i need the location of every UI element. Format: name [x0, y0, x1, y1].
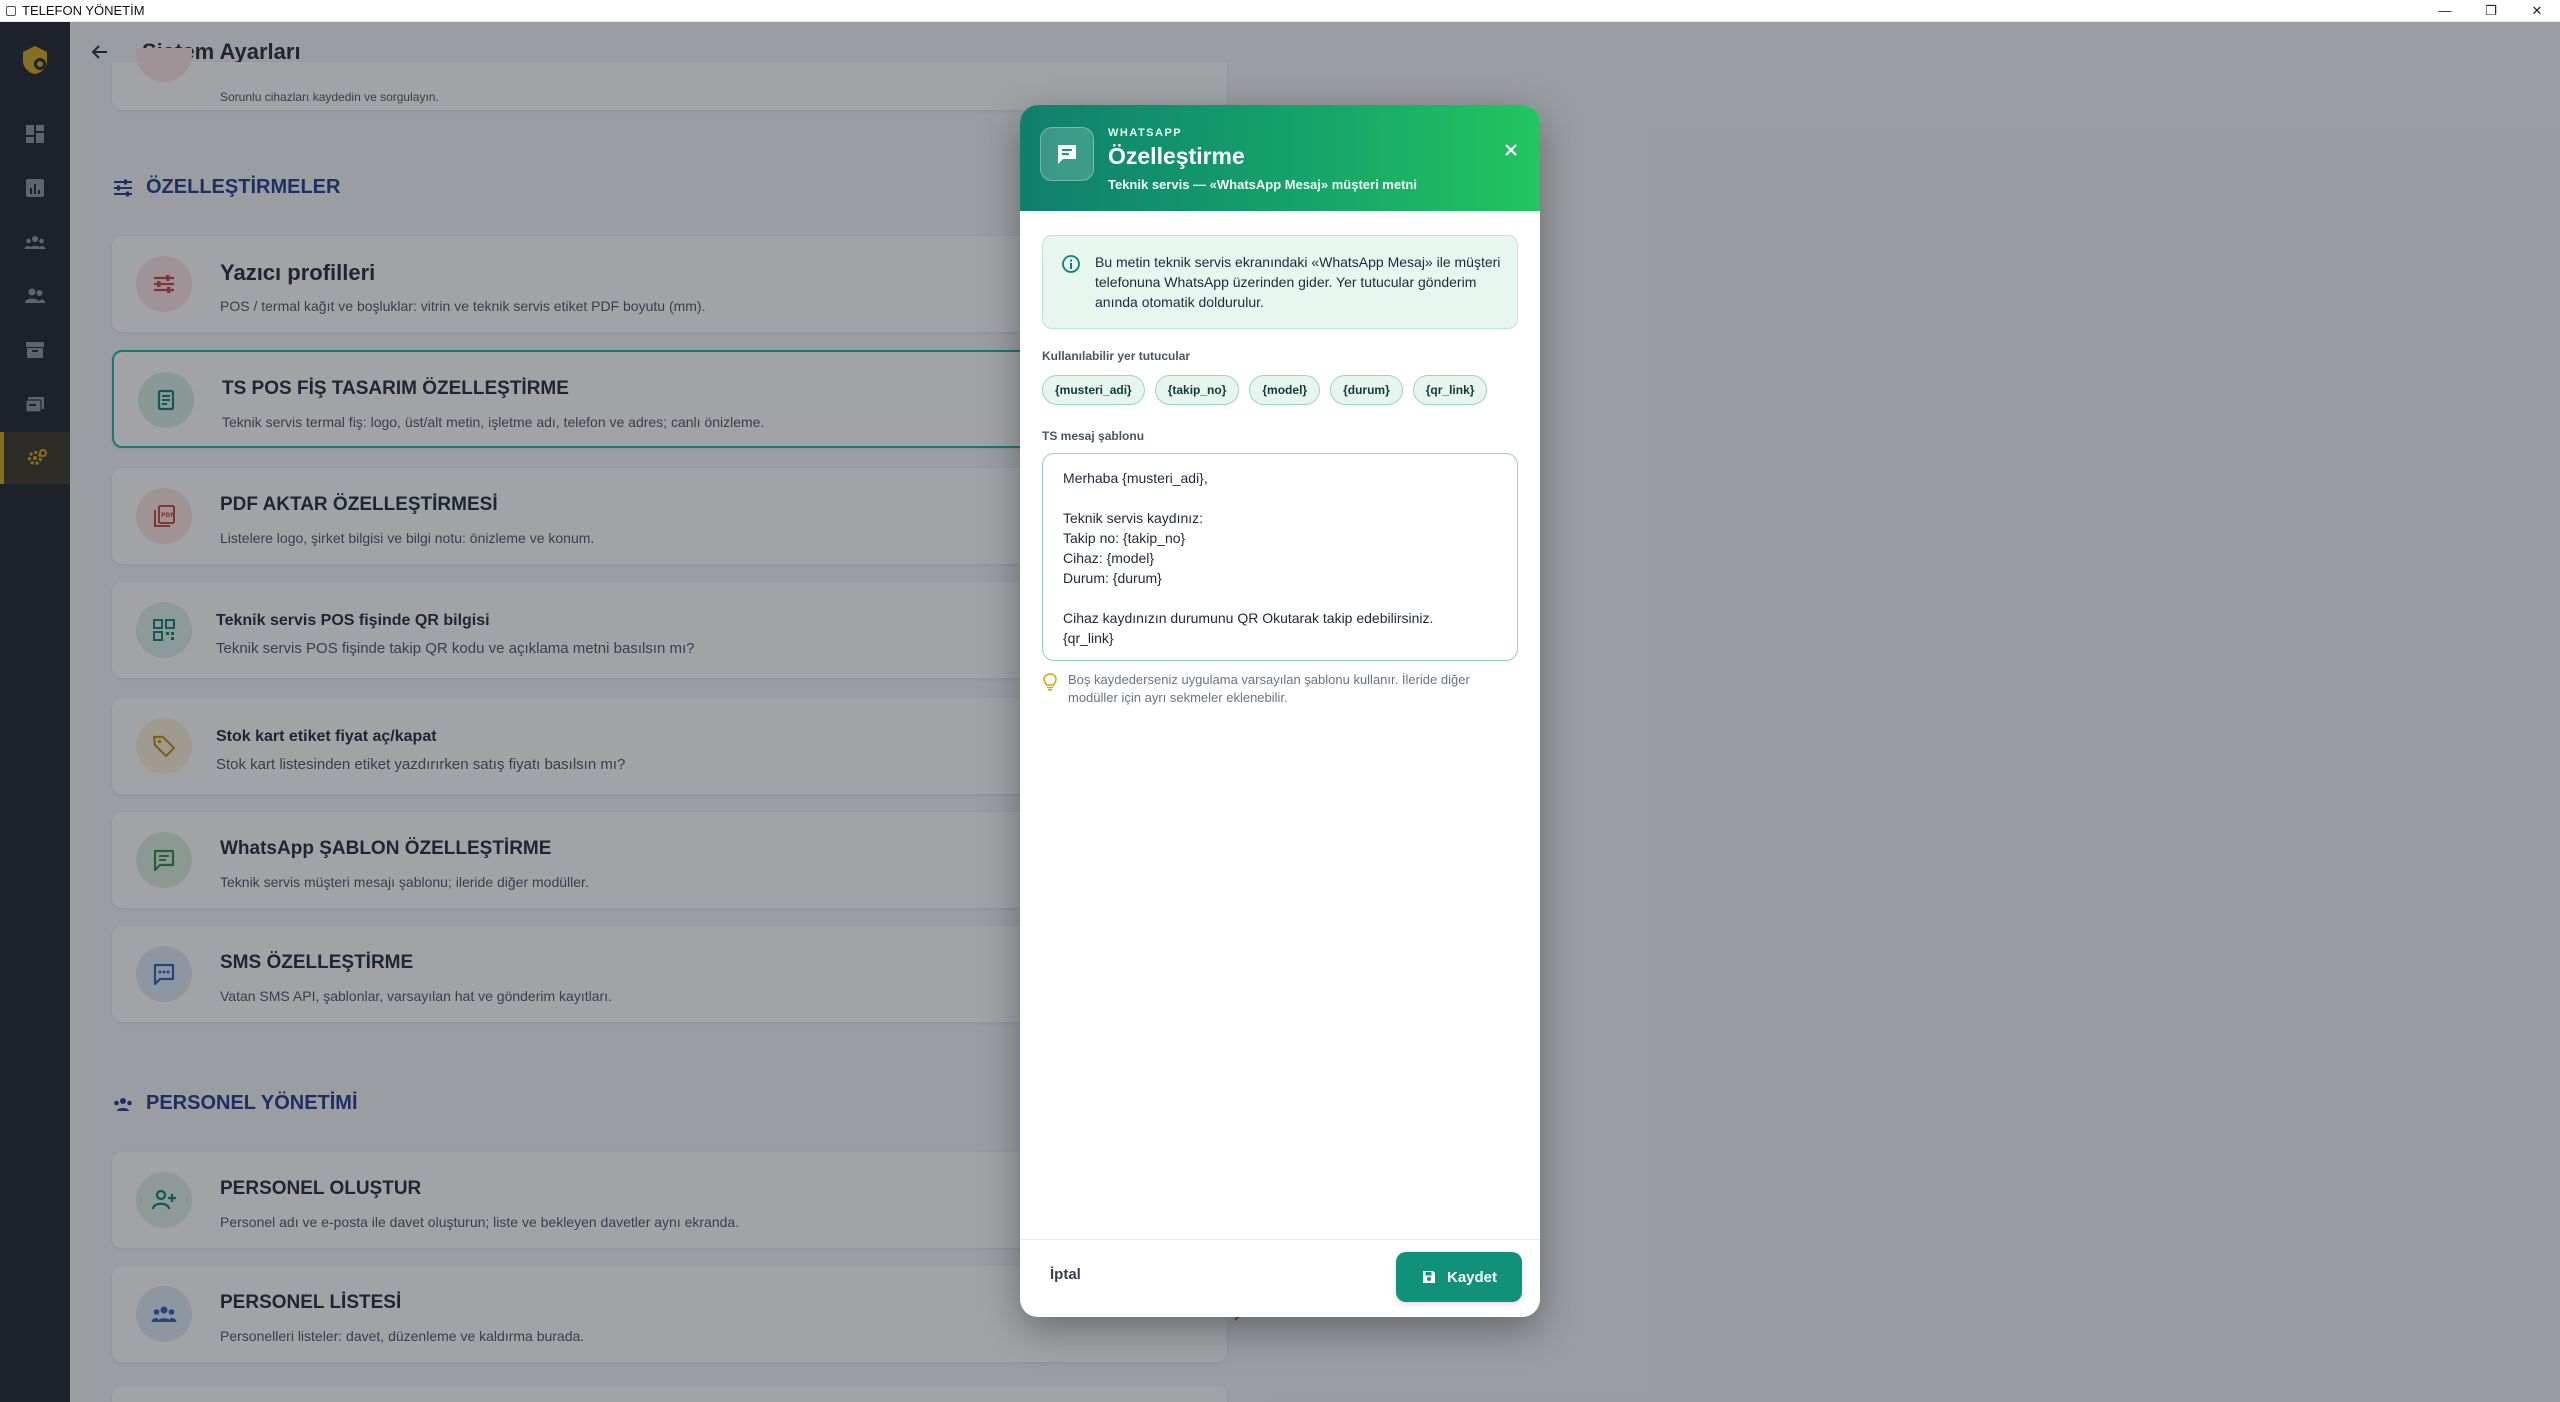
- dialog-footer: İptal Kaydet: [1020, 1239, 1540, 1317]
- window-titlebar: TELEFON YÖNETİM — ❐ ✕: [0, 0, 2560, 22]
- save-icon: [1422, 1271, 1435, 1283]
- template-line: {qr_link}: [1063, 630, 1114, 646]
- close-icon: [1505, 144, 1517, 156]
- chat-icon: [1040, 127, 1094, 181]
- close-window-button[interactable]: ✕: [2514, 0, 2560, 22]
- app-icon: [6, 5, 16, 16]
- window-title: TELEFON YÖNETİM: [22, 3, 145, 18]
- template-line: Cihaz kaydınızın durumunu QR Okutarak ta…: [1063, 610, 1434, 626]
- save-label: Kaydet: [1446, 1268, 1498, 1286]
- template-label: TS mesaj şablonu: [1042, 429, 1145, 443]
- whatsapp-customization-dialog: WHATSAPP Özelleştirme Teknik servis — «W…: [1020, 105, 1540, 1317]
- message-template-textarea[interactable]: Merhaba {musteri_adi}, Teknik servis kay…: [1042, 453, 1518, 661]
- dialog-close-button[interactable]: [1496, 135, 1526, 165]
- info-box: Bu metin teknik servis ekranındaki «What…: [1042, 235, 1518, 329]
- placeholder-chips: {musteri_adi} {takip_no} {model} {durum}…: [1042, 375, 1488, 405]
- placeholder-chip[interactable]: {durum}: [1330, 375, 1403, 405]
- template-line: Merhaba {musteri_adi},: [1063, 470, 1208, 486]
- info-text: Bu metin teknik servis ekranındaki «What…: [1095, 254, 1501, 310]
- template-line: Teknik servis kaydınız:: [1063, 510, 1204, 526]
- dialog-title: Özelleştirme: [1108, 143, 1245, 169]
- dialog-header: WHATSAPP Özelleştirme Teknik servis — «W…: [1020, 105, 1540, 211]
- template-line: [1063, 488, 1497, 508]
- lightbulb-icon: [1043, 673, 1057, 691]
- placeholder-chip[interactable]: {model}: [1249, 375, 1321, 405]
- hint-text: Boş kaydederseniz uygulama varsayılan şa…: [1068, 672, 1470, 705]
- placeholders-label: Kullanılabilir yer tutucular: [1042, 349, 1191, 363]
- template-line: [1063, 588, 1497, 608]
- template-line: Takip no: {takip_no}: [1063, 530, 1186, 546]
- placeholder-chip[interactable]: {takip_no}: [1154, 375, 1240, 405]
- save-button[interactable]: Kaydet: [1396, 1252, 1522, 1302]
- dialog-subtitle: Teknik servis — «WhatsApp Mesaj» müşteri…: [1108, 177, 1417, 192]
- dialog-kicker: WHATSAPP: [1108, 127, 1183, 139]
- info-icon: [1062, 255, 1080, 273]
- template-line: Durum: {durum}: [1063, 570, 1162, 586]
- template-line: Cihaz: {model}: [1063, 550, 1155, 566]
- placeholder-chip[interactable]: {musteri_adi}: [1042, 375, 1145, 405]
- minimize-button[interactable]: —: [2422, 0, 2468, 22]
- restore-button[interactable]: ❐: [2468, 0, 2514, 22]
- placeholder-chip[interactable]: {qr_link}: [1412, 375, 1488, 405]
- cancel-button[interactable]: İptal: [1050, 1266, 1081, 1283]
